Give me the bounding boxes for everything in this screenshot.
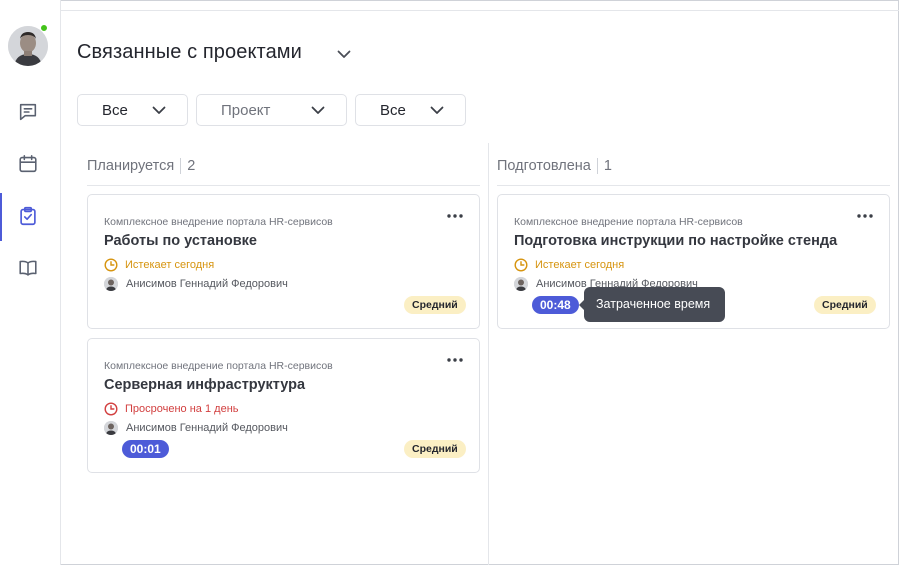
- priority-badge: Средний: [404, 440, 466, 458]
- card-deadline: Просрочено на 1 день: [104, 402, 239, 416]
- card-project: Комплексное внедрение портала HR-сервисо…: [104, 216, 333, 228]
- chevron-down-icon: [429, 102, 445, 118]
- filter-assignee-select[interactable]: Все: [355, 94, 466, 126]
- filter-status-select[interactable]: Все: [77, 94, 188, 126]
- column-separator: [488, 143, 489, 565]
- column-header-planned: Планируется 2: [87, 158, 195, 174]
- column-title: Подготовлена: [497, 158, 591, 174]
- filter-label: Все: [380, 102, 406, 119]
- task-card[interactable]: Комплексное внедрение портала HR-сервисо…: [87, 194, 480, 329]
- card-title[interactable]: Серверная инфраструктура: [104, 377, 305, 393]
- chevron-down-icon[interactable]: [335, 45, 353, 63]
- assignee-name: Анисимов Геннадий Федорович: [126, 278, 288, 290]
- column-divider: [497, 185, 890, 186]
- deadline-text: Просрочено на 1 день: [125, 403, 239, 415]
- active-nav-indicator: [0, 193, 2, 241]
- assignee-avatar: [104, 421, 118, 435]
- time-spent-badge[interactable]: 00:48: [532, 296, 579, 314]
- column-divider: [87, 185, 480, 186]
- assignee-avatar: [104, 277, 118, 291]
- card-assignee: Анисимов Геннадий Федорович: [104, 277, 288, 291]
- assignee-avatar: [514, 277, 528, 291]
- more-options-icon[interactable]: [856, 209, 874, 221]
- top-divider: [61, 10, 899, 11]
- more-options-icon[interactable]: [446, 353, 464, 365]
- card-assignee: Анисимов Геннадий Федорович: [104, 421, 288, 435]
- card-title[interactable]: Подготовка инструкции по настройке стенд…: [514, 233, 837, 249]
- tasks-icon[interactable]: [16, 204, 40, 228]
- clock-icon: [514, 258, 528, 272]
- priority-badge: Средний: [814, 296, 876, 314]
- time-spent-tooltip: Затраченное время: [579, 287, 725, 322]
- card-deadline: Истекает сегодня: [104, 258, 214, 272]
- clock-icon: [104, 402, 118, 416]
- card-project: Комплексное внедрение портала HR-сервисо…: [104, 360, 333, 372]
- column-header-prepared: Подготовлена 1: [497, 158, 612, 174]
- column-count: 2: [187, 158, 196, 174]
- card-title[interactable]: Работы по установке: [104, 233, 257, 249]
- filter-label: Все: [102, 102, 128, 119]
- user-avatar-image: [8, 26, 48, 66]
- user-avatar[interactable]: [8, 26, 48, 66]
- chat-icon[interactable]: [16, 100, 40, 124]
- column-header-separator: [596, 158, 598, 174]
- column-count: 1: [603, 158, 612, 174]
- clock-icon: [104, 258, 118, 272]
- deadline-text: Истекает сегодня: [125, 259, 215, 271]
- card-project: Комплексное внедрение портала HR-сервисо…: [514, 216, 743, 228]
- calendar-icon[interactable]: [16, 152, 40, 176]
- chevron-down-icon: [310, 102, 326, 118]
- filter-project-select[interactable]: Проект: [196, 94, 347, 126]
- task-card[interactable]: Комплексное внедрение портала HR-сервисо…: [87, 338, 480, 473]
- deadline-text: Истекает сегодня: [535, 259, 625, 271]
- column-title: Планируется: [87, 158, 175, 174]
- page-title: Связанные с проектами: [77, 41, 302, 63]
- priority-badge: Средний: [404, 296, 466, 314]
- filter-label: Проект: [221, 102, 271, 119]
- sidebar: [0, 0, 61, 565]
- card-deadline: Истекает сегодня: [514, 258, 624, 272]
- time-spent-badge[interactable]: 00:01: [122, 440, 169, 458]
- book-icon[interactable]: [16, 256, 40, 280]
- more-options-icon[interactable]: [446, 209, 464, 221]
- online-status-dot: [40, 24, 48, 32]
- chevron-down-icon: [151, 102, 167, 118]
- column-header-separator: [180, 158, 182, 174]
- assignee-name: Анисимов Геннадий Федорович: [126, 422, 288, 434]
